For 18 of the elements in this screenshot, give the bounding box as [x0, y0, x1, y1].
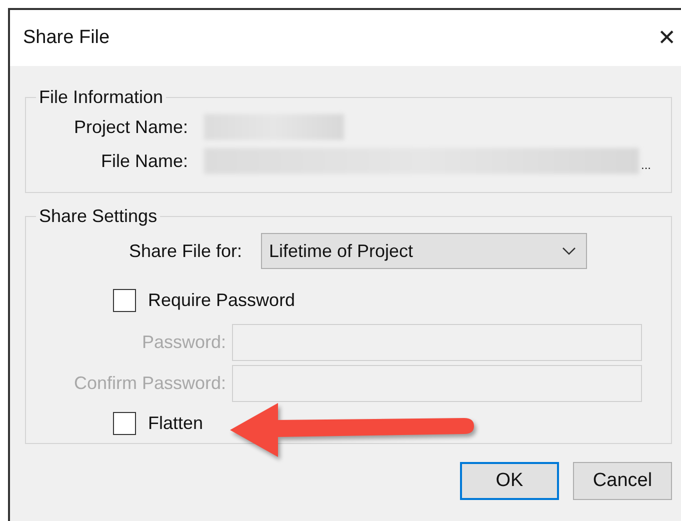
group-title: File Information: [38, 87, 164, 108]
checkbox[interactable]: [113, 412, 136, 435]
window-title: Share File: [23, 27, 110, 49]
checkbox-label: Require Password: [148, 290, 296, 311]
group-title: Share Settings: [38, 206, 158, 227]
chevron-down-icon: [562, 247, 576, 255]
field-label: Password:: [140, 332, 226, 353]
field-label: Confirm Password:: [72, 373, 226, 394]
close-button[interactable]: ✕: [658, 26, 676, 50]
field-label: Project Name:: [72, 116, 188, 138]
field-label: File Name:: [100, 150, 188, 172]
dialog-button[interactable]: Cancel: [573, 462, 672, 500]
ellipsis: ...: [641, 158, 652, 172]
dialog-button[interactable]: OK: [460, 462, 559, 500]
checkbox[interactable]: [113, 289, 136, 312]
field-label: Share File for:: [128, 240, 242, 262]
share-duration-dropdown[interactable]: Lifetime of Project: [261, 233, 587, 269]
checkbox-label: Flatten: [148, 413, 204, 434]
